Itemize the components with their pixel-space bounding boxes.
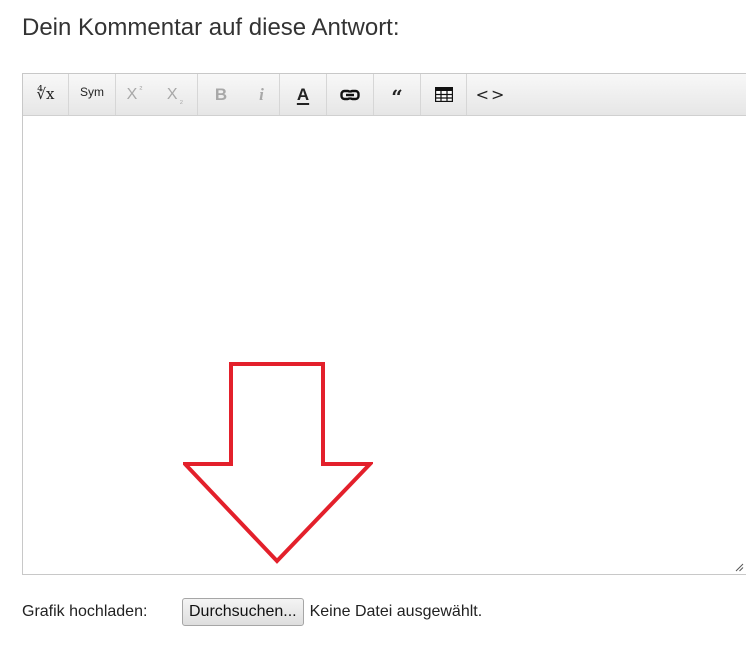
formula-icon: ∜x	[36, 85, 55, 103]
table-button[interactable]	[421, 74, 467, 115]
upload-status: Keine Datei ausgewählt.	[309, 603, 483, 620]
text-color-icon: A	[296, 85, 310, 104]
page-title: Dein Kommentar auf diese Antwort:	[22, 14, 400, 41]
comment-editor: ∜x Sym X² X₂ B i A “ <>	[22, 73, 746, 575]
superscript-icon: X²	[126, 83, 143, 103]
quote-button[interactable]: “	[374, 74, 421, 115]
text-color-button[interactable]: A	[280, 74, 327, 115]
code-button[interactable]: <>	[467, 74, 515, 115]
italic-button[interactable]: i	[244, 74, 280, 115]
symbol-label: Sym	[80, 84, 104, 99]
symbol-button[interactable]: Sym	[69, 74, 116, 115]
formula-button[interactable]: ∜x	[23, 74, 69, 115]
upload-label: Grafik hochladen:	[22, 603, 148, 620]
image-upload-row: Grafik hochladen: Durchsuchen... Keine D…	[22, 598, 482, 626]
quote-icon: “	[391, 84, 403, 109]
browse-button[interactable]: Durchsuchen...	[182, 598, 304, 626]
subscript-icon: X₂	[166, 85, 184, 105]
subscript-button[interactable]: X₂	[153, 74, 198, 115]
arrow-down-annotation-icon	[183, 362, 373, 564]
bold-icon: B	[214, 85, 228, 104]
editor-toolbar: ∜x Sym X² X₂ B i A “ <>	[23, 74, 746, 116]
comment-text-area[interactable]	[23, 116, 746, 574]
bold-button[interactable]: B	[198, 74, 244, 115]
table-icon	[434, 87, 453, 102]
link-button[interactable]	[327, 74, 374, 115]
superscript-button[interactable]: X²	[116, 74, 153, 115]
code-icon: <>	[475, 84, 507, 104]
italic-icon: i	[259, 85, 264, 104]
resize-handle-icon[interactable]	[734, 562, 744, 572]
link-icon	[340, 89, 360, 100]
